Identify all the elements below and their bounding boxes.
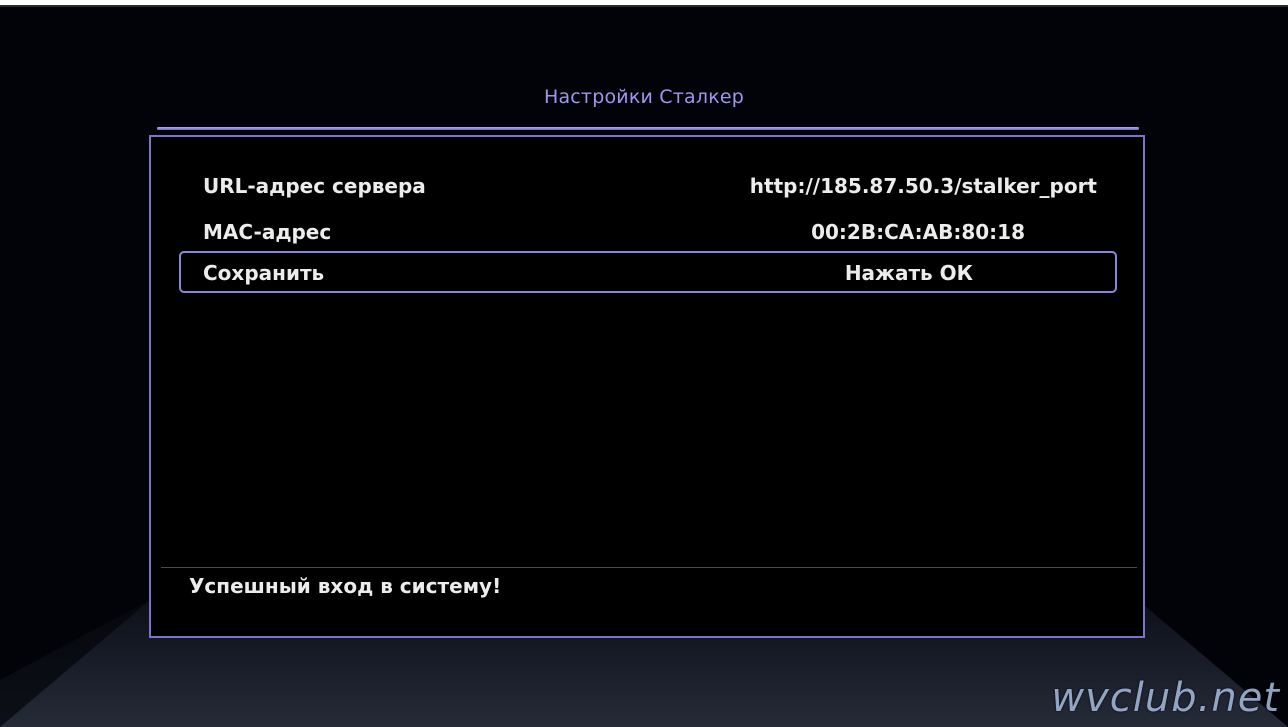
stalker-settings-screen: Настройки Сталкер URL-адрес сервера http… [0, 0, 1288, 727]
save-row-selected[interactable]: Сохранить Нажать ОК [179, 251, 1117, 293]
save-action-hint: Нажать ОК [844, 261, 973, 285]
watermark-logo: wvclub.net [1051, 675, 1280, 721]
mac-address-value: 00:2B:CA:AB:80:18 [811, 220, 1025, 244]
top-bar-shadow [0, 5, 1288, 7]
title-underline [157, 127, 1139, 130]
settings-panel: URL-адрес сервера http://185.87.50.3/sta… [149, 135, 1145, 638]
server-url-value: http://185.87.50.3/stalker_port [749, 174, 1097, 198]
server-url-row[interactable]: URL-адрес сервера http://185.87.50.3/sta… [179, 166, 1117, 204]
status-divider [161, 567, 1137, 568]
mac-address-label: MAC-адрес [203, 220, 332, 244]
status-message: Успешный вход в систему! [189, 574, 502, 598]
dialog-title: Настройки Сталкер [543, 86, 745, 108]
server-url-label: URL-адрес сервера [203, 174, 426, 198]
save-label: Сохранить [203, 261, 325, 285]
mac-address-row[interactable]: MAC-адрес 00:2B:CA:AB:80:18 [179, 212, 1117, 250]
